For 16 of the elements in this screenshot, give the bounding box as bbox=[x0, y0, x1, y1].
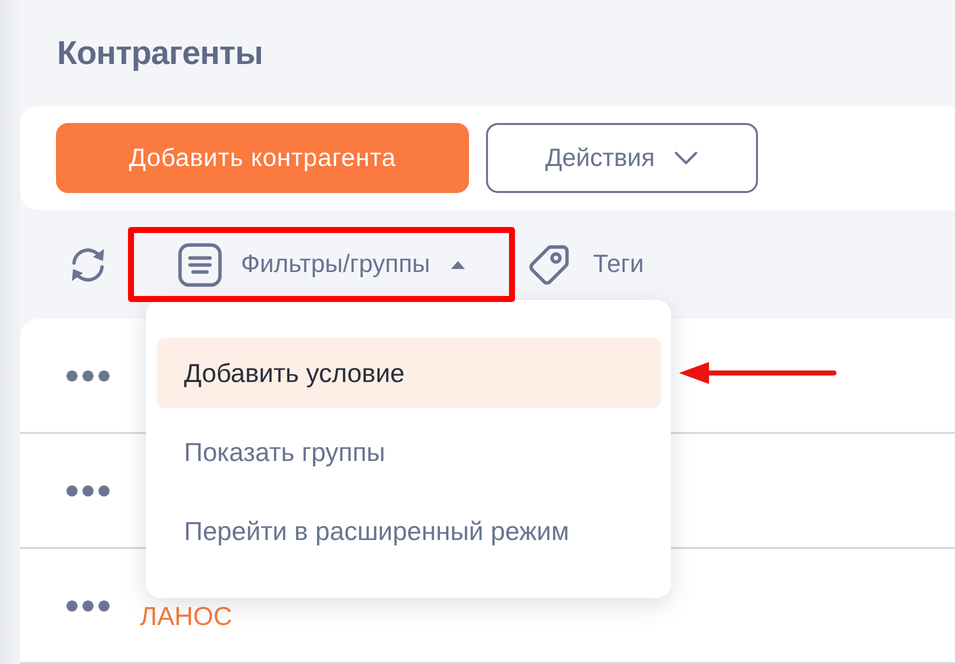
menu-item[interactable]: Перейти в расширенный режим bbox=[157, 496, 661, 566]
tags-button[interactable]: Теги bbox=[527, 242, 644, 287]
menu-item[interactable]: Добавить условие bbox=[157, 338, 661, 408]
more-icon[interactable] bbox=[66, 484, 110, 496]
actions-dropdown-button[interactable]: Действия bbox=[486, 123, 758, 194]
tag-icon bbox=[527, 242, 571, 287]
page-title: Контрагенты bbox=[57, 34, 264, 73]
list-icon bbox=[176, 242, 223, 288]
filters-groups-button[interactable]: Фильтры/группы bbox=[176, 242, 466, 288]
counterparty-name[interactable]: ЛАНОС bbox=[140, 601, 232, 632]
more-icon[interactable] bbox=[66, 370, 110, 382]
chevron-down-icon bbox=[672, 150, 699, 166]
more-icon[interactable] bbox=[66, 600, 110, 612]
add-counterparty-button[interactable]: Добавить контрагента bbox=[56, 123, 469, 194]
caret-icon bbox=[450, 260, 466, 270]
menu-item[interactable]: Показать группы bbox=[157, 417, 661, 487]
